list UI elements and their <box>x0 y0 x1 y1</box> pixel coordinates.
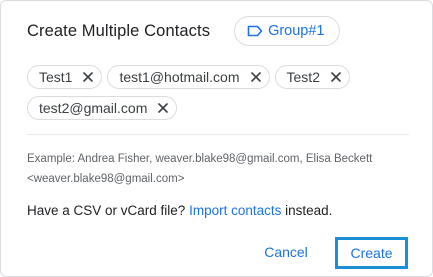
contact-chips-input[interactable]: Test1 test1@hotmail.com Test2 test2@gmai… <box>27 65 412 120</box>
contact-chip-label: Test1 <box>39 69 73 85</box>
close-icon <box>158 103 169 113</box>
contact-chip: Test1 <box>27 65 103 89</box>
contact-chip-label: test2@gmail.com <box>39 100 148 116</box>
create-button[interactable]: Create <box>335 237 408 269</box>
csv-suffix: instead. <box>281 203 333 218</box>
example-hint: Example: Andrea Fisher, weaver.blake98@g… <box>27 149 412 189</box>
remove-chip-button[interactable] <box>328 69 344 85</box>
cancel-button[interactable]: Cancel <box>252 239 320 265</box>
label-outline-icon <box>247 25 263 37</box>
input-divider <box>27 134 409 135</box>
close-icon <box>83 72 94 82</box>
example-line-2: <weaver.blake98@gmail.com> <box>27 173 185 185</box>
remove-chip-button[interactable] <box>248 69 264 85</box>
close-icon <box>331 72 341 82</box>
import-contacts-link[interactable]: Import contacts <box>189 203 281 218</box>
dialog-header: Create Multiple Contacts Group#1 <box>27 16 340 46</box>
label-chip-text: Group#1 <box>268 23 325 39</box>
label-chip-button[interactable]: Group#1 <box>234 16 340 46</box>
example-line-1: Example: Andrea Fisher, weaver.blake98@g… <box>27 153 373 165</box>
contact-chip: Test2 <box>274 65 350 89</box>
create-multiple-contacts-dialog: Create Multiple Contacts Group#1 Test1 t… <box>0 0 433 277</box>
csv-import-hint: Have a CSV or vCard file? Import contact… <box>27 203 332 218</box>
csv-prefix: Have a CSV or vCard file? <box>27 203 190 218</box>
contact-chip: test2@gmail.com <box>27 96 178 120</box>
contact-chip: test1@hotmail.com <box>107 65 270 89</box>
close-icon <box>250 72 261 82</box>
remove-chip-button[interactable] <box>80 69 96 85</box>
contact-chip-label: Test2 <box>286 69 320 85</box>
contact-chip-label: test1@hotmail.com <box>119 69 240 85</box>
remove-chip-button[interactable] <box>155 100 171 116</box>
dialog-title: Create Multiple Contacts <box>27 21 211 40</box>
